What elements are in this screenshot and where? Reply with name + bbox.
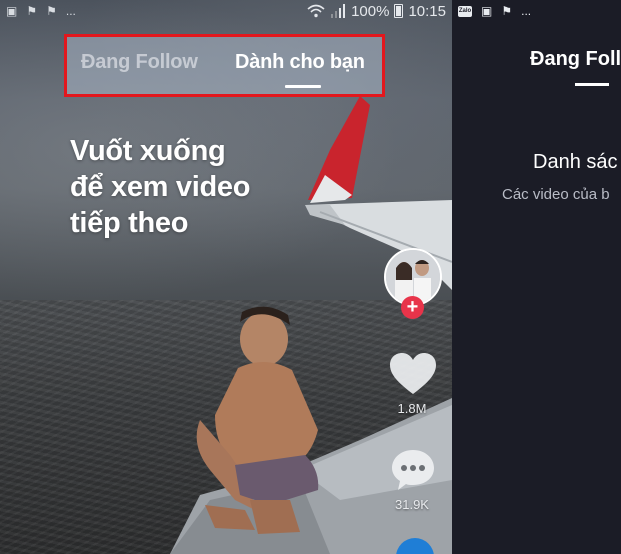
zalo-icon: Zalo	[458, 5, 472, 17]
flag-icon: ⚑	[501, 4, 513, 18]
tab-following[interactable]: Đang Foll	[530, 48, 621, 71]
tab-following[interactable]: Đang Follow	[81, 51, 198, 74]
flag-icon: ⚑	[46, 4, 57, 18]
battery-percent: 100%	[351, 2, 390, 20]
notification-more: ...	[65, 4, 76, 18]
status-bar-left: ▣ ⚑ ⚑ ...	[6, 3, 76, 19]
feed-tabs-highlight: Đang Follow Dành cho bạn	[64, 34, 385, 97]
status-bar-right: 100% 10:15	[307, 2, 446, 20]
following-pane: Zalo ▣ ⚑ ... Đang Foll Danh sác Các vide…	[452, 0, 621, 554]
swipe-hint-line: Vuốt xuống	[70, 135, 226, 167]
image-icon: ▣	[481, 4, 493, 18]
notification-more: ...	[521, 4, 532, 18]
wifi-icon	[307, 4, 325, 18]
swipe-hint-line: tiếp theo	[70, 207, 189, 239]
video-feed-pane[interactable]: ▣ ⚑ ⚑ ... 100% 10:15 Đang Follow Dành ch…	[0, 0, 452, 554]
clock: 10:15	[408, 2, 446, 20]
status-bar-left: Zalo ▣ ⚑ ...	[458, 3, 531, 19]
comment-icon[interactable]	[390, 448, 436, 492]
comment-count: 31.9K	[395, 497, 429, 512]
swipe-hint-line: để xem video	[70, 171, 251, 203]
notification-icon: ▣	[6, 4, 18, 18]
empty-state-subtitle: Các video của b	[502, 186, 610, 203]
signal-icon	[331, 4, 346, 18]
like-count: 1.8M	[397, 401, 427, 416]
flag-icon: ⚑	[26, 4, 38, 18]
tab-for-you[interactable]: Dành cho bạn	[235, 51, 365, 74]
heart-icon[interactable]	[389, 352, 437, 396]
active-tab-indicator	[575, 83, 609, 86]
empty-state-title: Danh sác	[533, 151, 618, 173]
swipe-hint: Vuốt xuống để xem video tiếp theo	[70, 133, 310, 241]
follow-button[interactable]: +	[401, 296, 424, 319]
active-tab-indicator	[285, 85, 321, 88]
battery-icon	[394, 4, 404, 18]
